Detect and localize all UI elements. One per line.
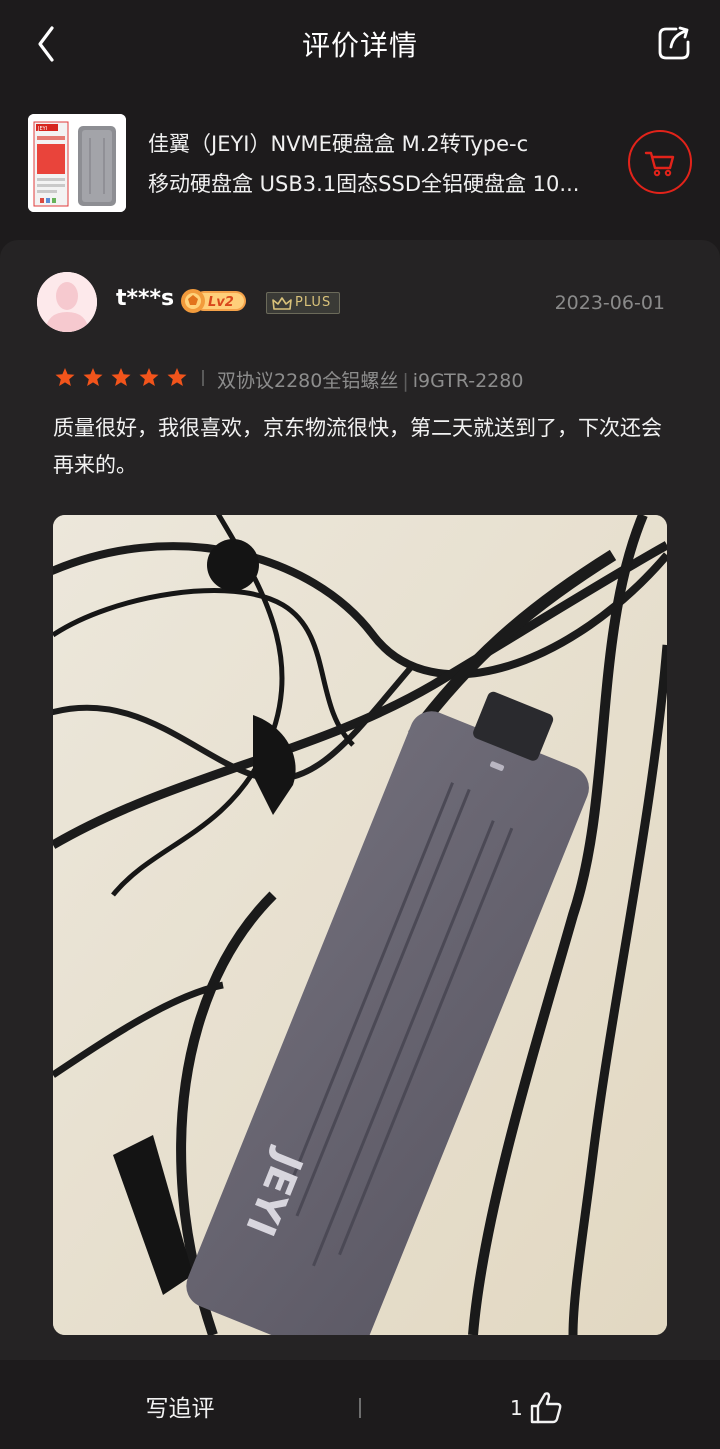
purchased-spec: 双协议2280全铝螺丝 | i9GTR-2280 — [217, 366, 523, 393]
svg-text:JEYI: JEYI — [37, 126, 47, 132]
divider — [202, 370, 204, 386]
username: t***s — [116, 286, 175, 311]
like-button[interactable]: 1 — [500, 1388, 580, 1428]
cart-icon — [644, 151, 675, 177]
star-icon — [167, 368, 187, 386]
product-thumbnail[interactable]: JEYI — [28, 114, 126, 212]
plus-label: PLUS — [295, 295, 332, 310]
star-icon — [111, 368, 131, 386]
product-name[interactable]: 佳翼（JEYI）NVME硬盘盒 M.2转Type-c 移动硬盘盒 USB3.1固… — [148, 124, 608, 204]
divider — [359, 1398, 361, 1418]
review-text: 质量很好，我很喜欢，京东物流很快，第二天就送到了，下次还会再来的。 — [53, 416, 662, 477]
crown-icon — [272, 297, 292, 310]
product-name-line1: 佳翼（JEYI）NVME硬盘盒 M.2转Type-c — [148, 132, 529, 156]
share-icon — [658, 26, 690, 60]
like-count: 1 — [510, 1396, 523, 1420]
product-summary[interactable]: JEYI 佳翼（JEYI）NVME硬盘盒 M.2转Type-c 移动硬盘盒 US… — [0, 100, 720, 230]
bottom-action-bar: 写追评 1 — [0, 1370, 720, 1449]
star-icon — [139, 368, 159, 386]
plus-member-badge: PLUS — [266, 292, 340, 314]
page-title: 评价详情 — [301, 29, 418, 62]
top-bar: 评价详情 — [0, 0, 720, 88]
svg-text:Lv2: Lv2 — [208, 295, 234, 310]
star-icon — [83, 368, 103, 386]
spec-model: i9GTR-2280 — [412, 370, 524, 392]
add-to-cart-button[interactable] — [628, 130, 692, 194]
star-rating — [53, 366, 189, 390]
product-name-line2: 移动硬盘盒 USB3.1固态SSD全铝硬盘盒 10... — [148, 172, 580, 196]
write-followup-button[interactable]: 写追评 — [0, 1370, 360, 1449]
review-photo[interactable]: JEYI — [53, 515, 667, 1335]
review-date: 2023-06-01 — [554, 292, 665, 314]
avatar[interactable] — [37, 272, 97, 332]
thumbs-up-icon — [530, 1392, 562, 1424]
level-badge: Lv2 — [180, 288, 248, 314]
star-icon — [55, 368, 75, 386]
spec-divider: | — [402, 370, 409, 392]
share-button[interactable] — [656, 24, 692, 62]
spec-variant: 双协议2280全铝螺丝 — [217, 370, 399, 392]
review-card: t***s Lv2 PLUS 2023-06-01 双协议2280全铝螺丝 | i9… — [0, 240, 720, 1360]
